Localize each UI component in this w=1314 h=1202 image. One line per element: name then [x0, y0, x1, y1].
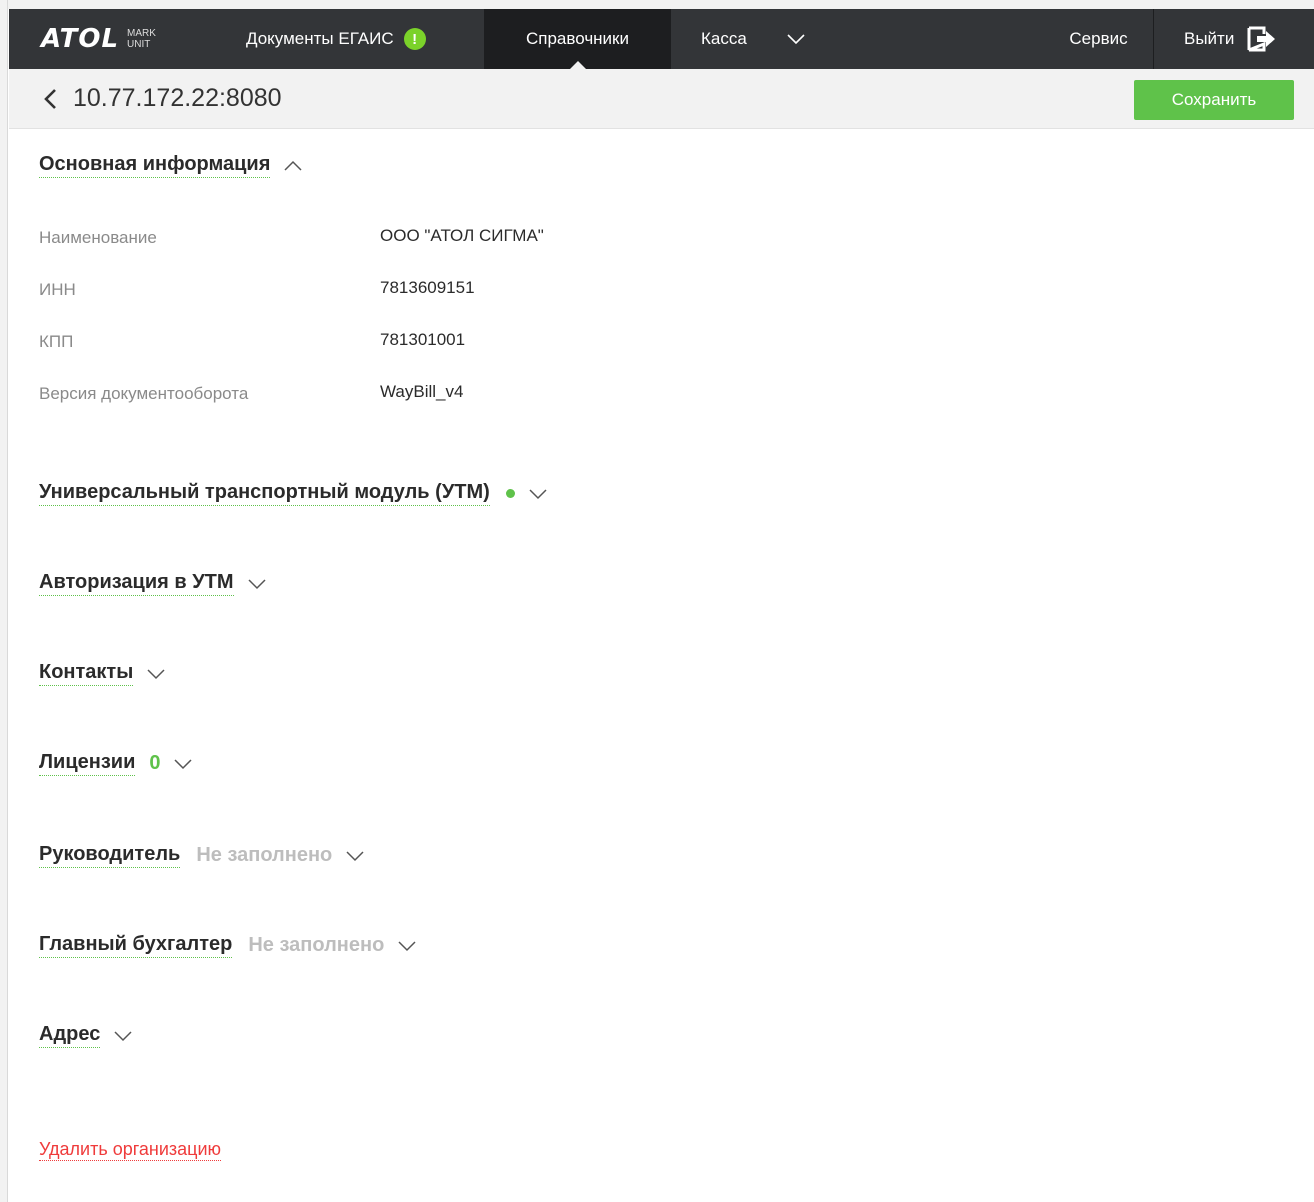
info-label: Версия документооборота: [39, 384, 249, 403]
top-navigation: ATOL MARK UNIT Документы ЕГАИС ! Справоч…: [9, 9, 1314, 69]
page-title: 10.77.172.22:8080: [73, 84, 282, 112]
logout-label: Выйти: [1184, 29, 1235, 48]
accountant-status: Не заполнено: [248, 934, 385, 956]
logo-sub-unit: UNIT: [127, 39, 151, 50]
chevron-down-icon[interactable]: [174, 758, 193, 770]
info-value: ООО "АТОЛ СИГМА": [380, 226, 544, 245]
section-utm-title[interactable]: Универсальный транспортный модуль (УТМ): [39, 481, 490, 506]
section-basic-info[interactable]: Основная информация: [39, 153, 302, 178]
window-frame-top: [0, 0, 1314, 9]
logo-subtext: MARK UNIT: [127, 28, 156, 50]
section-contacts[interactable]: Контакты: [39, 661, 165, 686]
section-utm-auth[interactable]: Авторизация в УТМ: [39, 571, 266, 596]
info-value: 781301001: [380, 330, 466, 349]
chevron-down-icon[interactable]: [147, 668, 165, 680]
nav-directories[interactable]: Справочники: [484, 9, 671, 69]
logo-sub-mark: MARK: [127, 28, 156, 39]
chevron-down-icon[interactable]: [346, 850, 364, 862]
logout-button[interactable]: Выйти: [1154, 9, 1314, 69]
chevron-down-icon[interactable]: [398, 940, 416, 952]
save-button[interactable]: Сохранить: [1134, 80, 1294, 120]
licenses-count: 0: [149, 752, 161, 774]
section-address-title[interactable]: Адрес: [39, 1023, 101, 1048]
logout-icon: [1247, 26, 1276, 52]
section-utm-auth-title[interactable]: Авторизация в УТМ: [39, 571, 234, 596]
page-header: 10.77.172.22:8080 Сохранить: [9, 69, 1314, 129]
chevron-up-icon[interactable]: [284, 160, 302, 172]
chevron-down-icon[interactable]: [248, 578, 266, 590]
atol-logo[interactable]: ATOL MARK UNIT: [9, 9, 209, 69]
nav-more-dropdown[interactable]: [766, 9, 826, 69]
status-dot-icon: [505, 489, 515, 498]
nav-service-label: Сервис: [1069, 29, 1128, 48]
info-label: Наименование: [39, 228, 157, 247]
director-status: Не заполнено: [196, 844, 333, 866]
chevron-down-icon: [787, 34, 805, 45]
section-licenses[interactable]: Лицензии 0: [39, 751, 193, 776]
nav-documents-egais[interactable]: Документы ЕГАИС !: [209, 9, 484, 69]
section-licenses-title[interactable]: Лицензии: [39, 751, 136, 776]
window-frame-left: [0, 0, 8, 1202]
section-accountant[interactable]: Главный бухгалтер Не заполнено: [39, 933, 416, 958]
info-label: КПП: [39, 332, 74, 351]
nav-documents-label: Документы ЕГАИС: [246, 29, 394, 48]
nav-service[interactable]: Сервис: [1044, 9, 1154, 69]
back-arrow-icon[interactable]: [35, 84, 65, 114]
nav-directories-label: Справочники: [526, 29, 629, 48]
info-value: 7813609151: [380, 278, 475, 297]
section-accountant-title[interactable]: Главный бухгалтер: [39, 933, 233, 958]
section-basic-info-title[interactable]: Основная информация: [39, 153, 271, 178]
active-tab-notch: [569, 61, 586, 69]
section-utm[interactable]: Универсальный транспортный модуль (УТМ): [39, 481, 547, 506]
chevron-down-icon[interactable]: [529, 488, 547, 500]
info-label: ИНН: [39, 280, 76, 299]
logo-text: ATOL: [41, 24, 120, 54]
info-value: WayBill_v4: [380, 382, 464, 401]
delete-organization-link[interactable]: Удалить организацию: [39, 1139, 222, 1161]
nav-kassa[interactable]: Касса: [671, 9, 766, 69]
alert-badge-icon: !: [403, 28, 426, 50]
section-address[interactable]: Адрес: [39, 1023, 132, 1048]
section-contacts-title[interactable]: Контакты: [39, 661, 134, 686]
chevron-down-icon[interactable]: [114, 1030, 132, 1042]
section-director-title[interactable]: Руководитель: [39, 843, 181, 868]
nav-kassa-label: Касса: [701, 29, 747, 48]
section-director[interactable]: Руководитель Не заполнено: [39, 843, 364, 868]
